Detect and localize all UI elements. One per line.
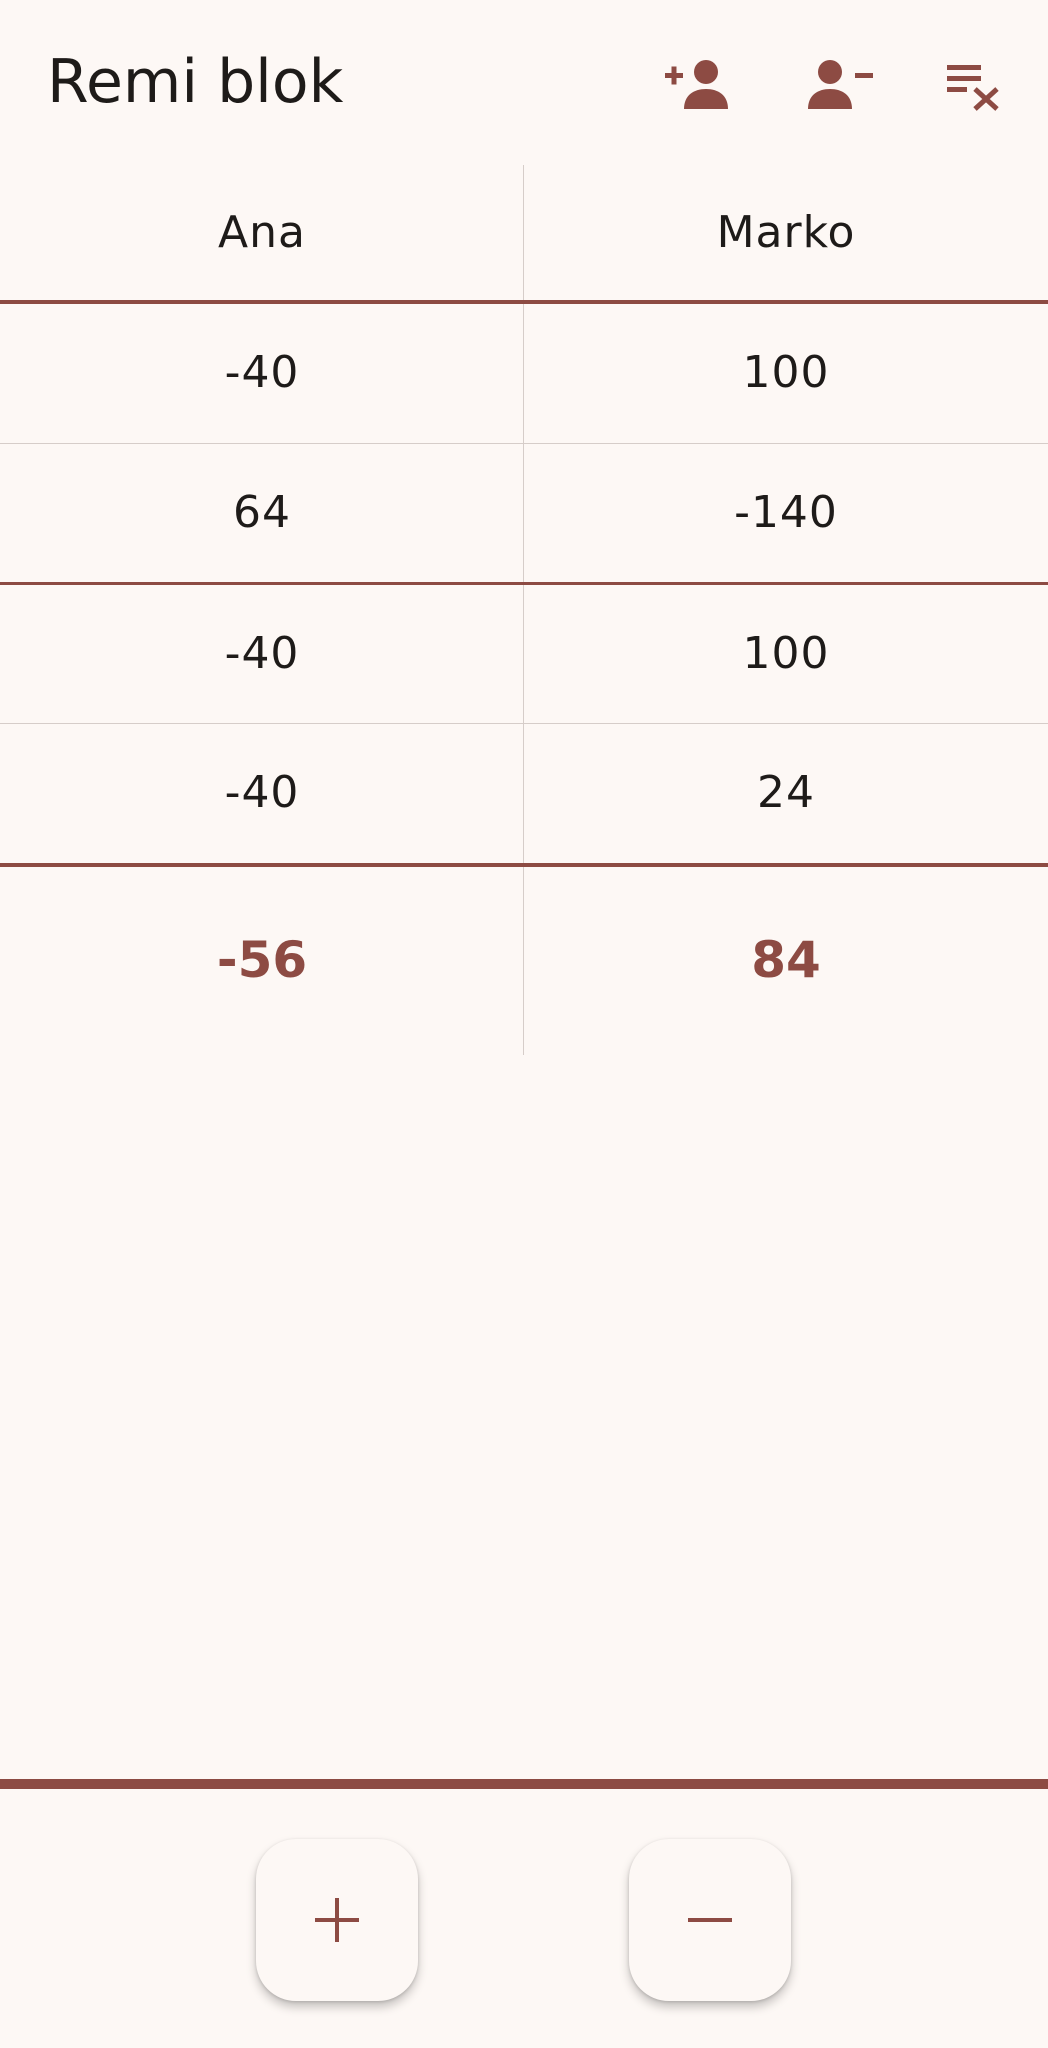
score-cell[interactable]: -40 — [0, 304, 524, 441]
player-header-row: Ana Marko — [0, 165, 1048, 300]
score-cell[interactable]: 100 — [524, 304, 1048, 441]
app-bar: Remi blok — [0, 0, 1048, 165]
score-row: -40 100 — [0, 304, 1048, 441]
person-remove-icon — [808, 60, 873, 109]
add-score-button[interactable] — [256, 1839, 418, 2001]
totals-divider — [0, 863, 1048, 867]
player-name[interactable]: Ana — [0, 165, 524, 300]
score-cell[interactable]: -40 — [0, 724, 524, 861]
score-row: -40 100 — [0, 585, 1048, 722]
minus-icon — [688, 1918, 732, 1922]
plus-icon — [315, 1898, 359, 1942]
total-score: -56 — [216, 931, 308, 989]
score-cell[interactable]: -40 — [0, 585, 524, 722]
player-name[interactable]: Marko — [524, 165, 1048, 300]
app-title: Remi blok — [47, 47, 344, 117]
score-row: -40 24 — [0, 724, 1048, 861]
score-cell[interactable]: 100 — [524, 585, 1048, 722]
person-add-icon — [665, 60, 728, 109]
score-row: 64 -140 — [0, 444, 1048, 581]
clear-scores-button[interactable] — [930, 44, 1020, 124]
score-cell[interactable]: -140 — [524, 444, 1048, 581]
bottom-bar-divider — [0, 1779, 1048, 1789]
totals-row: -56 84 — [0, 868, 1048, 1053]
subtract-score-button[interactable] — [629, 1839, 791, 2001]
remove-player-button[interactable] — [796, 44, 886, 124]
score-cell[interactable]: 24 — [524, 724, 1048, 861]
add-player-button[interactable] — [654, 44, 744, 124]
clear-list-icon — [947, 65, 999, 111]
total-score: 84 — [751, 931, 821, 989]
score-cell[interactable]: 64 — [0, 444, 524, 581]
